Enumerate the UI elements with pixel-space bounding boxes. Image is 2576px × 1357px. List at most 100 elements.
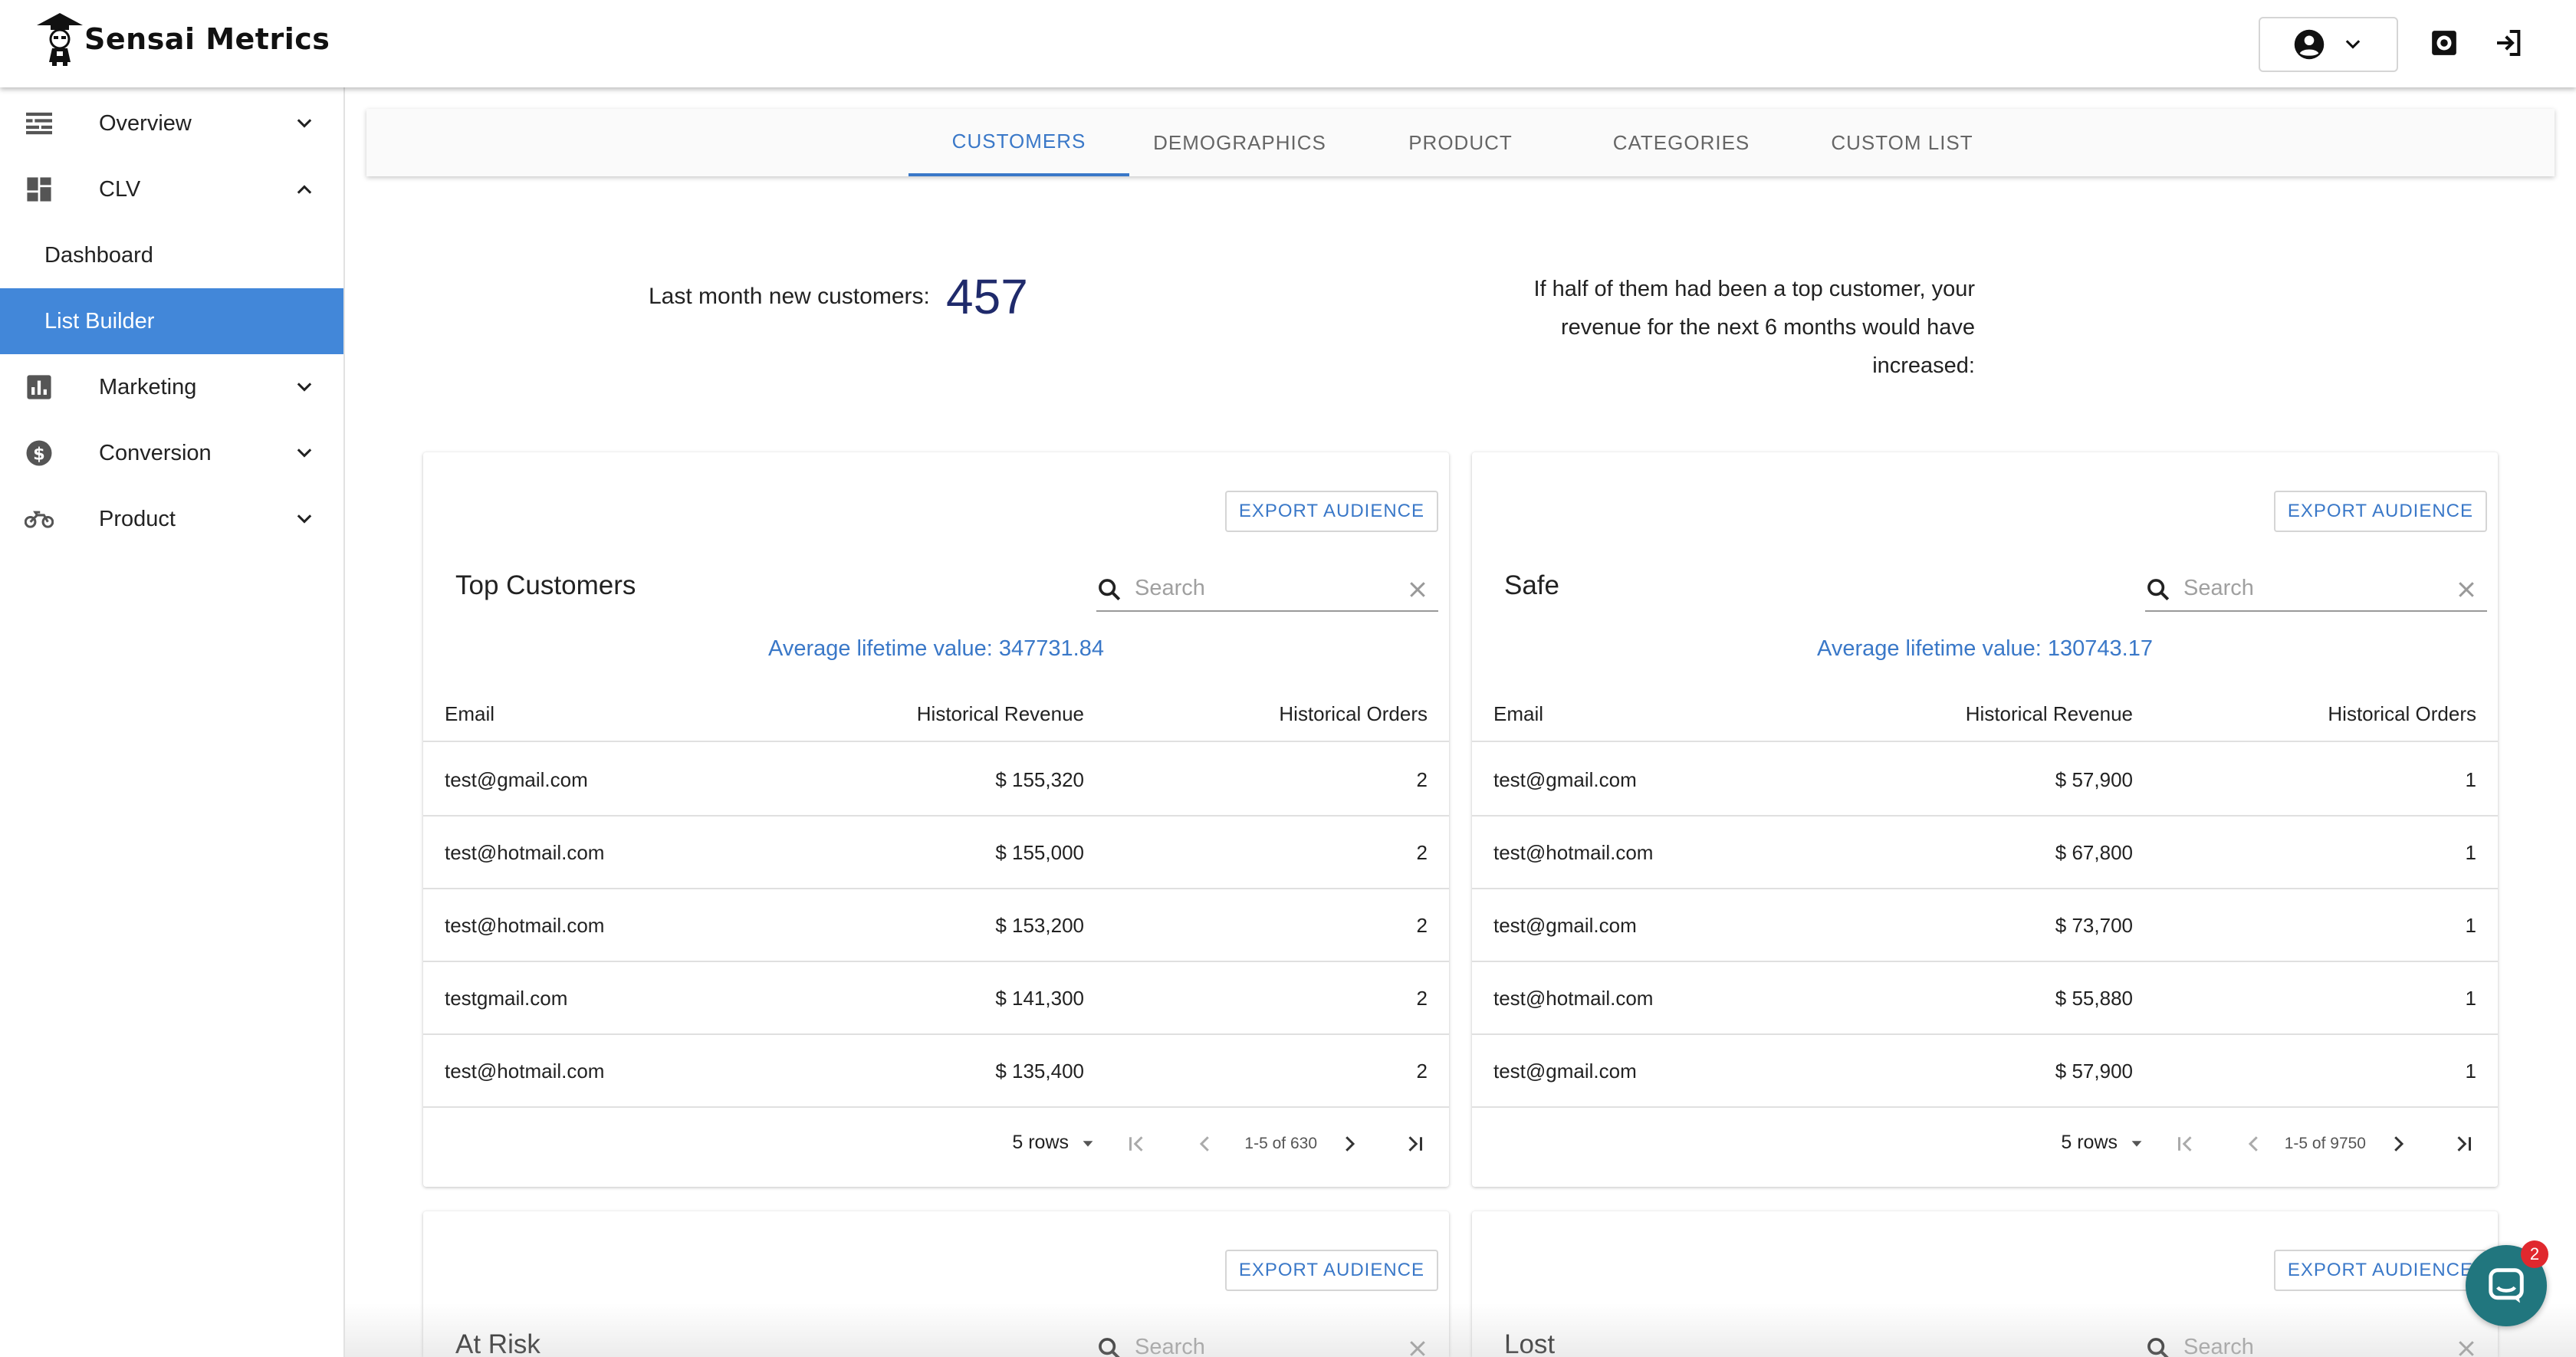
close-icon[interactable] — [1406, 578, 1429, 601]
export-audience-button[interactable]: EXPORT AUDIENCE — [1224, 1250, 1438, 1291]
sidebar-item-label: Product — [99, 506, 176, 531]
sidebar-item-overview[interactable]: Overview — [0, 90, 343, 156]
settings-button[interactable] — [2427, 26, 2461, 60]
tab-customers[interactable]: CUSTOMERS — [909, 109, 1129, 176]
first-page-button[interactable] — [1122, 1130, 1150, 1158]
previous-page-button[interactable] — [2240, 1130, 2268, 1158]
sidebar-item-clv[interactable]: CLV — [0, 156, 343, 222]
table-row[interactable]: test@hotmail.com $ 153,200 2 — [423, 889, 1449, 962]
cell-orders: 1 — [2465, 768, 2476, 791]
search-input[interactable] — [1135, 572, 1388, 604]
logout-icon — [2497, 30, 2521, 56]
table-pagination: 5 rows 1-5 of 630 — [423, 1110, 1449, 1179]
search-input[interactable] — [2183, 572, 2436, 604]
card-title: At Risk — [455, 1329, 540, 1357]
next-page-button[interactable] — [2384, 1130, 2412, 1158]
cell-orders: 2 — [1416, 768, 1428, 791]
close-icon[interactable] — [2455, 1337, 2478, 1357]
segment-card-safe: EXPORT AUDIENCE Safe Average lifetime va… — [1472, 452, 2498, 1187]
new-customers-value: 457 — [946, 269, 1028, 324]
cell-orders: 2 — [1416, 841, 1428, 864]
sidebar-item-conversion[interactable]: $ Conversion — [0, 420, 343, 486]
app-logo[interactable]: Sensai Metrics — [35, 12, 330, 66]
cell-orders: 2 — [1416, 1060, 1428, 1083]
user-menu-button[interactable] — [2259, 17, 2398, 72]
table-row[interactable]: test@hotmail.com $ 67,800 1 — [1472, 816, 2498, 889]
rows-per-page-select[interactable]: 5 rows — [1012, 1132, 1096, 1154]
dashboard-icon — [25, 175, 54, 204]
column-header-email[interactable]: Email — [1493, 702, 1543, 726]
previous-page-button[interactable] — [1191, 1130, 1219, 1158]
segment-card-at-risk: EXPORT AUDIENCE At Risk — [423, 1211, 1449, 1357]
export-audience-button[interactable]: EXPORT AUDIENCE — [1224, 491, 1438, 532]
tab-product[interactable]: PRODUCT — [1350, 109, 1571, 176]
chevron-left-icon — [1199, 1136, 1209, 1152]
cell-orders: 1 — [2465, 841, 2476, 864]
column-header-revenue[interactable]: Historical Revenue — [1966, 702, 2133, 726]
new-customers-label: Last month new customers: — [649, 284, 930, 309]
close-icon[interactable] — [1406, 1337, 1429, 1357]
last-page-button[interactable] — [2450, 1130, 2478, 1158]
search-input[interactable] — [1135, 1331, 1388, 1357]
search-field — [2145, 1326, 2487, 1357]
logout-button[interactable] — [2492, 26, 2525, 60]
column-header-revenue[interactable]: Historical Revenue — [917, 702, 1084, 726]
average-lifetime-value: Average lifetime value: 347731.84 — [768, 636, 1104, 661]
sidebar-subitem-list-builder[interactable]: List Builder — [0, 288, 343, 354]
table-row[interactable]: test@gmail.com $ 73,700 1 — [1472, 889, 2498, 962]
cell-orders: 1 — [2465, 914, 2476, 937]
chevron-down-icon — [291, 506, 317, 532]
cell-email: test@hotmail.com — [1493, 987, 1654, 1010]
cell-email: test@hotmail.com — [445, 841, 605, 864]
chevron-left-icon — [2248, 1136, 2258, 1152]
table-row[interactable]: test@hotmail.com $ 155,000 2 — [423, 816, 1449, 889]
sidebar-item-marketing[interactable]: Marketing — [0, 354, 343, 420]
chevron-down-icon — [291, 374, 317, 400]
column-header-orders[interactable]: Historical Orders — [2328, 702, 2476, 726]
svg-text:$: $ — [33, 444, 45, 464]
app-name: Sensai Metrics — [84, 22, 330, 56]
chevron-down-icon — [291, 110, 317, 136]
rows-per-page-select[interactable]: 5 rows — [2061, 1132, 2145, 1154]
sidebar-subitem-dashboard[interactable]: Dashboard — [0, 222, 343, 288]
cell-revenue: $ 67,800 — [2055, 841, 2133, 864]
cell-email: test@hotmail.com — [445, 914, 605, 937]
sidebar-subitem-label: List Builder — [44, 308, 155, 334]
sidebar-item-product[interactable]: Product — [0, 486, 343, 552]
search-input[interactable] — [2183, 1331, 2436, 1357]
export-audience-button[interactable]: EXPORT AUDIENCE — [2273, 491, 2487, 532]
last-page-icon — [2457, 1136, 2471, 1152]
last-page-button[interactable] — [1401, 1130, 1429, 1158]
app-header: Sensai Metrics — [0, 0, 2576, 87]
card-title: Top Customers — [455, 570, 636, 600]
cell-revenue: $ 55,880 — [2055, 987, 2133, 1010]
search-icon — [2147, 1338, 2169, 1357]
table-row[interactable]: test@gmail.com $ 57,900 1 — [1472, 744, 2498, 816]
tab-demographics[interactable]: DEMOGRAPHICS — [1129, 109, 1350, 176]
tab-custom-list[interactable]: CUSTOM LIST — [1792, 109, 2013, 176]
first-page-icon — [2178, 1136, 2192, 1152]
table-row[interactable]: test@hotmail.com $ 55,880 1 — [1472, 962, 2498, 1035]
chat-icon — [2489, 1268, 2524, 1303]
cell-revenue: $ 73,700 — [2055, 914, 2133, 937]
table-row[interactable]: test@gmail.com $ 57,900 1 — [1472, 1035, 2498, 1108]
close-icon[interactable] — [2455, 578, 2478, 601]
average-lifetime-value: Average lifetime value: 130743.17 — [1817, 636, 2153, 661]
first-page-button[interactable] — [2171, 1130, 2199, 1158]
table-row[interactable]: test@hotmail.com $ 135,400 2 — [423, 1035, 1449, 1108]
tab-categories[interactable]: CATEGORIES — [1571, 109, 1792, 176]
cell-email: test@gmail.com — [1493, 1060, 1637, 1083]
column-header-email[interactable]: Email — [445, 702, 495, 726]
cell-orders: 2 — [1416, 914, 1428, 937]
search-icon — [1099, 579, 1121, 601]
table-row[interactable]: test@gmail.com $ 155,320 2 — [423, 744, 1449, 816]
column-header-orders[interactable]: Historical Orders — [1279, 702, 1428, 726]
card-title: Lost — [1504, 1329, 1556, 1357]
export-audience-button[interactable]: EXPORT AUDIENCE — [2273, 1250, 2487, 1291]
dollar-icon: $ — [25, 439, 54, 468]
next-page-button[interactable] — [1336, 1130, 1363, 1158]
table-row[interactable]: testgmail.com $ 141,300 2 — [423, 962, 1449, 1035]
cell-email: test@gmail.com — [445, 768, 588, 791]
cell-orders: 2 — [1416, 987, 1428, 1010]
search-icon — [2147, 579, 2170, 601]
